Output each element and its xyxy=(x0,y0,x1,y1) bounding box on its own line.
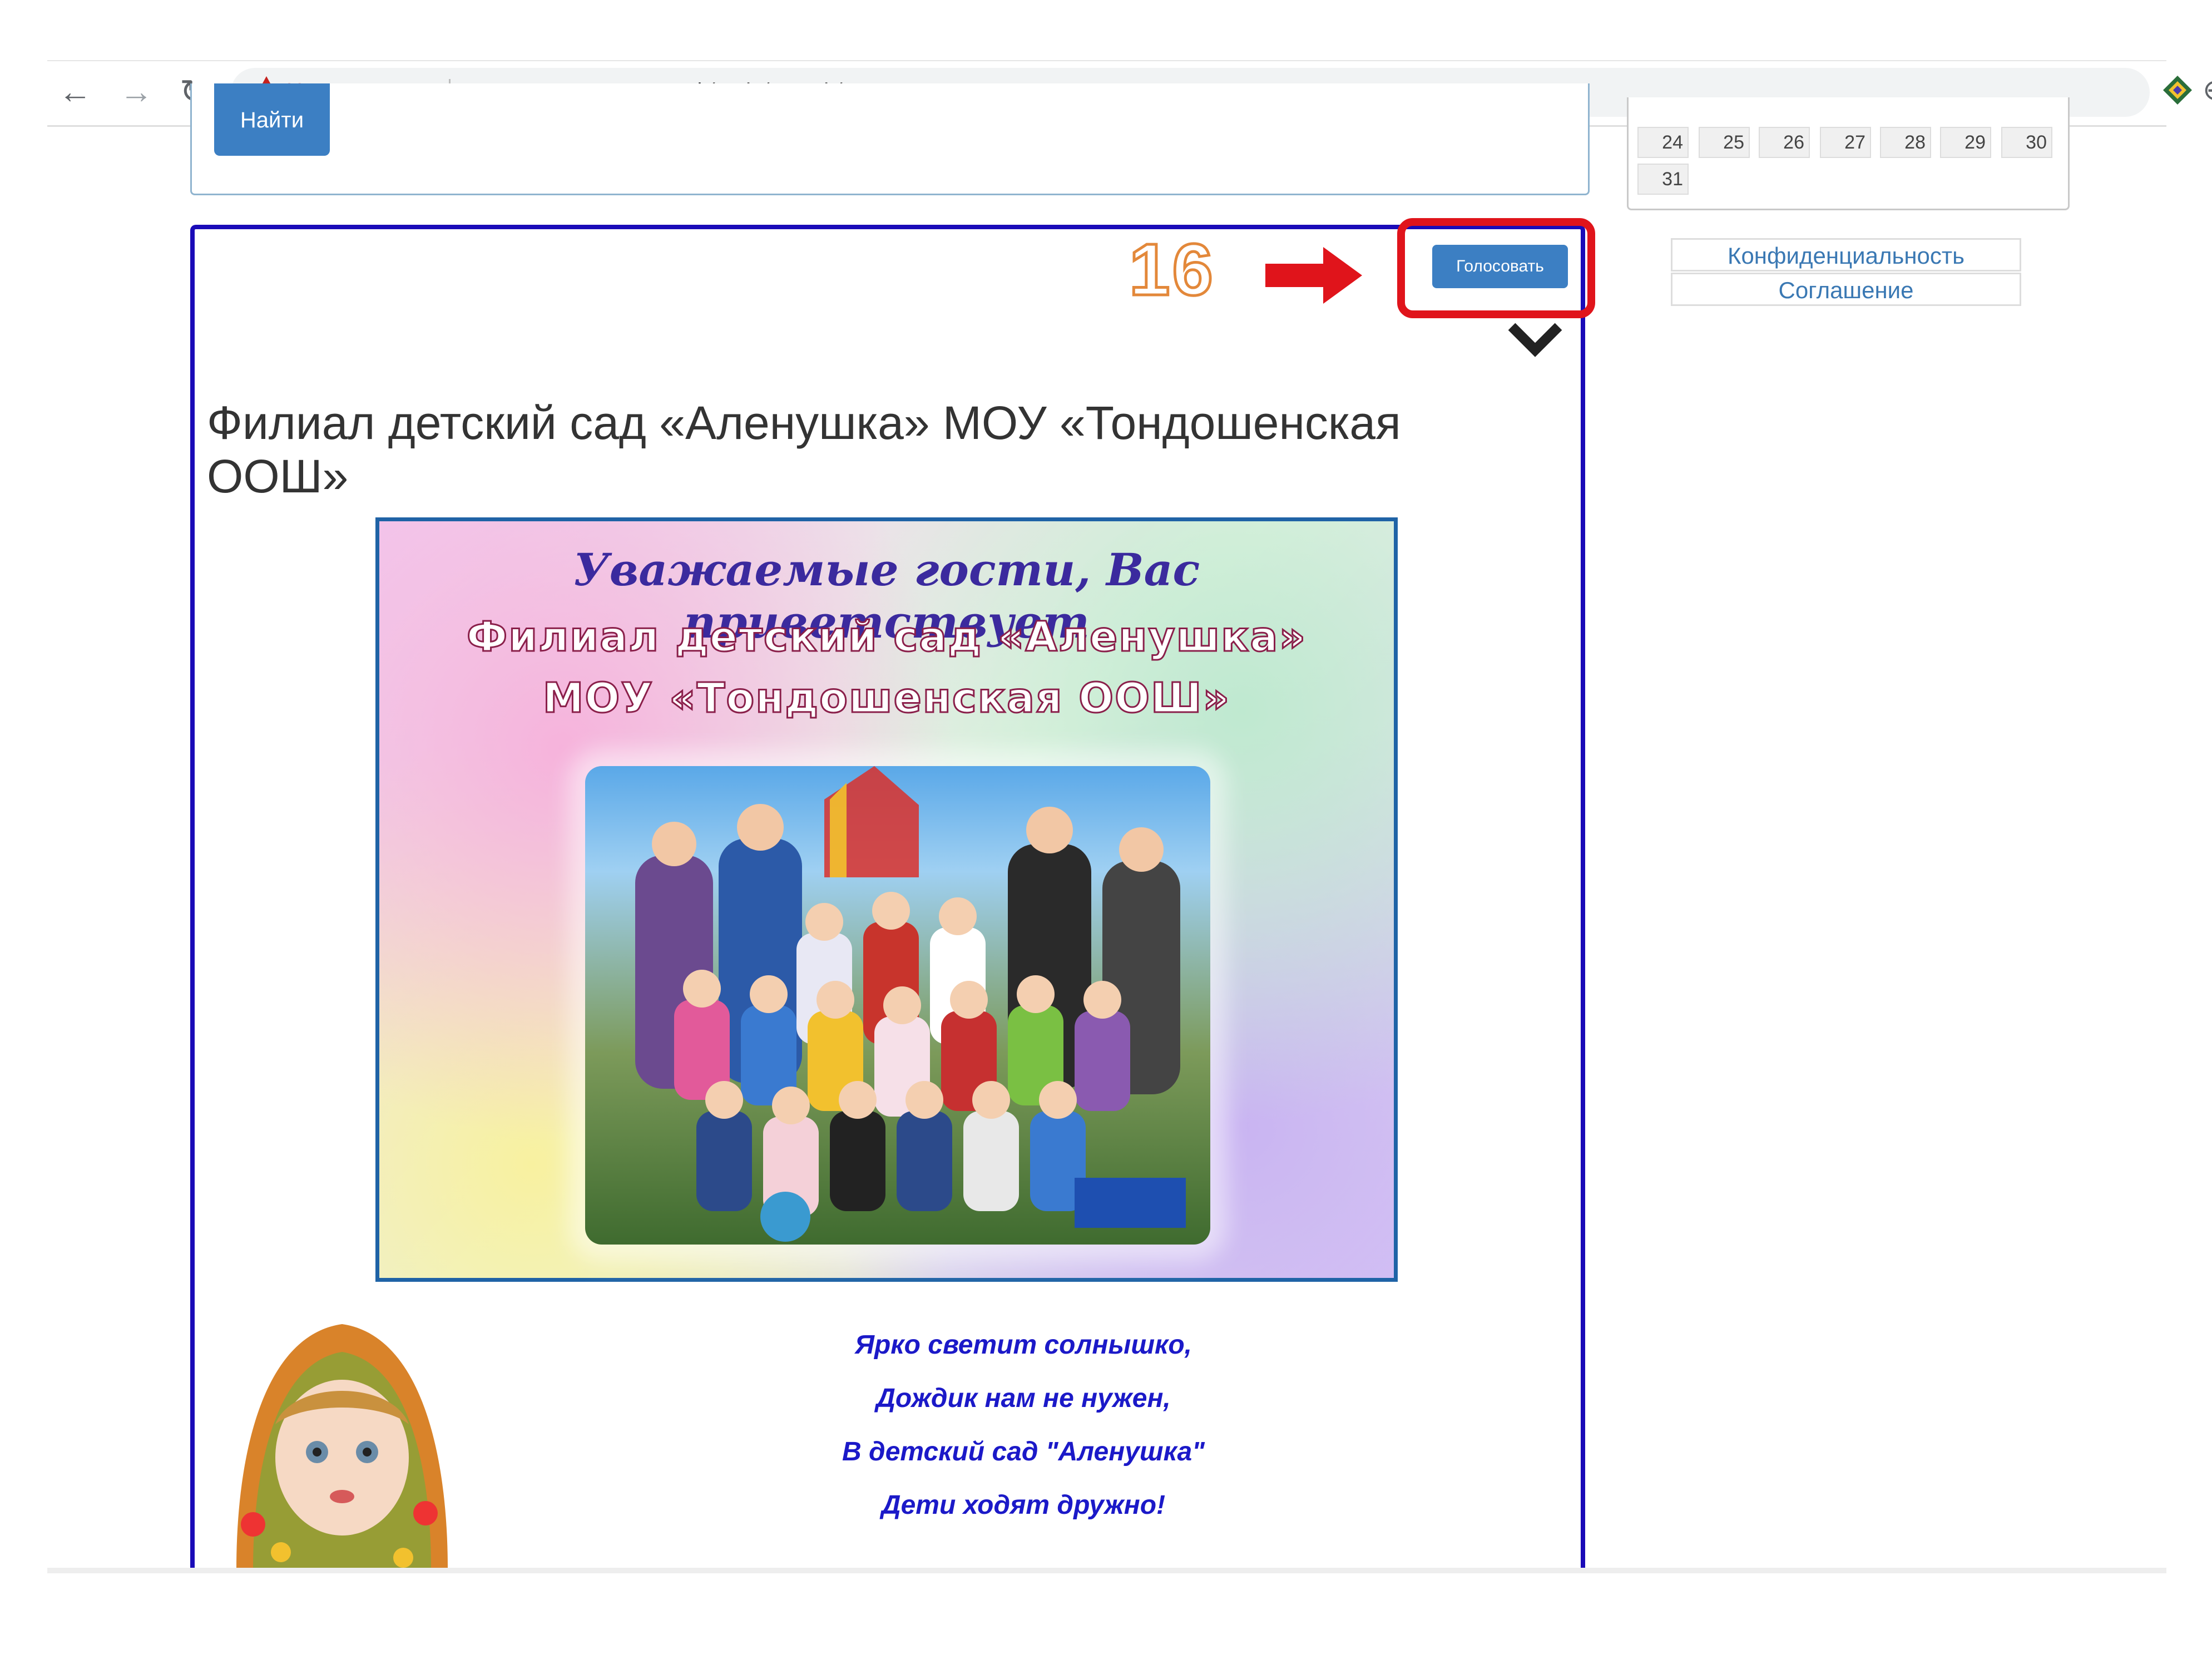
banner-school-org: МОУ «Тондошенская ООШ» xyxy=(542,674,1231,723)
doll-image xyxy=(236,1324,448,1569)
welcome-banner: Уважаемые гости, Вас приветствует Филиал… xyxy=(375,517,1398,1282)
calendar-day[interactable]: 24 xyxy=(1637,127,1689,158)
step-number: 16 xyxy=(1128,229,1215,310)
arrow-right-icon xyxy=(1265,247,1362,304)
post-title: Филиал детский сад «Аленушка» МОУ «Тондо… xyxy=(207,397,1401,502)
calendar-day[interactable]: 30 xyxy=(2001,127,2052,158)
find-button[interactable]: Найти xyxy=(214,83,330,156)
calendar-day[interactable]: 25 xyxy=(1699,127,1750,158)
privacy-link[interactable]: Конфиденциальность xyxy=(1671,238,2021,271)
banner-school-name: Филиал детский сад «Аленушка» xyxy=(466,613,1307,662)
agreement-link[interactable]: Соглашение xyxy=(1671,273,2021,306)
zoom-icon[interactable]: ⊖ xyxy=(2203,73,2212,107)
calendar-day[interactable]: 31 xyxy=(1637,164,1689,195)
extension-icon[interactable] xyxy=(2161,73,2194,107)
poem-line: В детский сад "Аленушка" xyxy=(842,1437,1205,1467)
group-photo xyxy=(585,766,1210,1245)
calendar-day[interactable]: 27 xyxy=(1820,127,1871,158)
poem-line: Дети ходят дружно! xyxy=(881,1490,1166,1520)
search-panel: Найти xyxy=(190,83,1590,195)
window-bottom-edge xyxy=(47,1568,2166,1573)
poem-text: Ярко светит солнышко, Дождик нам не нуже… xyxy=(712,1319,1335,1532)
calendar-day[interactable]: 26 xyxy=(1759,127,1810,158)
calendar-day[interactable]: 28 xyxy=(1880,127,1931,158)
chevron-down-icon[interactable] xyxy=(1507,320,1563,359)
calendar-widget: 24 25 26 27 28 29 30 31 xyxy=(1627,97,2070,210)
poem-line: Ярко светит солнышко, xyxy=(854,1330,1192,1360)
poem-line: Дождик нам не нужен, xyxy=(876,1384,1171,1413)
arrow-left-icon[interactable]: ← xyxy=(56,72,95,111)
calendar-day[interactable]: 29 xyxy=(1940,127,1991,158)
vote-button[interactable]: Голосовать xyxy=(1432,245,1568,288)
arrow-right-icon[interactable]: → xyxy=(117,72,156,111)
group-photo-figures xyxy=(635,766,1186,1242)
